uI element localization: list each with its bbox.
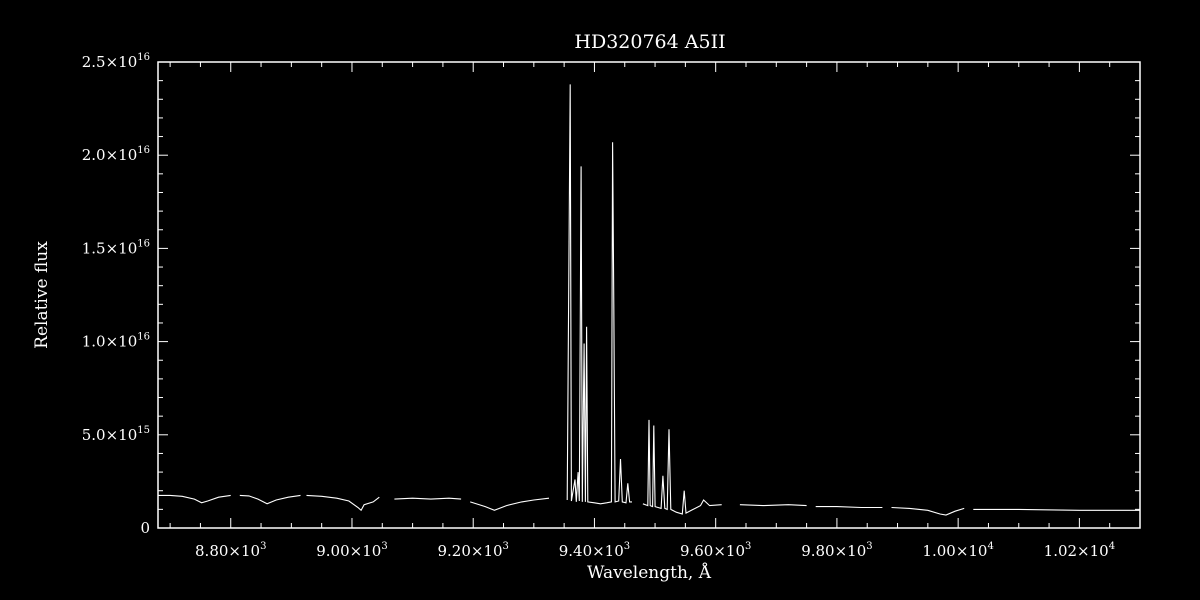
x-tick-label: 8.80×103 (195, 541, 266, 560)
spectrum-segment-8 (739, 504, 807, 507)
y-axis-label: Relative flux (32, 241, 52, 349)
x-tick-label: 9.20×103 (437, 541, 508, 560)
chart-background (0, 0, 1200, 600)
chart-title: HD320764 A5II (574, 31, 725, 53)
spectrum-chart: HD320764 A5II 8.80×103 9.00×103 9.20×103 9.… (0, 0, 1200, 600)
x-tick-label: 1.02×104 (1044, 541, 1115, 560)
x-tick-label: 1.00×104 (922, 541, 993, 560)
x-tick-label: 9.00×103 (316, 541, 387, 560)
x-tick-label: 9.40×103 (559, 541, 630, 560)
x-tick-label: 9.80×103 (801, 541, 872, 560)
x-tick-label: 9.60×103 (680, 541, 751, 560)
y-tick-label: 0 (140, 519, 150, 537)
x-axis-label: Wavelength, Å (587, 562, 712, 583)
